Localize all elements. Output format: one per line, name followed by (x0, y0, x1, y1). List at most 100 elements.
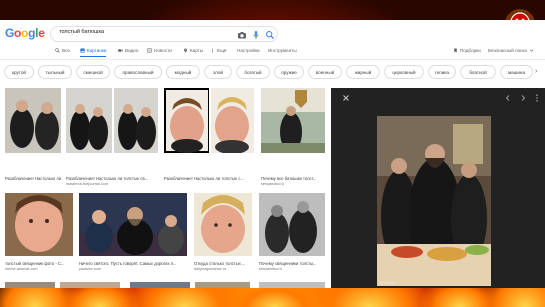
search-box (50, 26, 278, 42)
tab-images[interactable]: Картинки (80, 48, 107, 57)
result-thumbnail[interactable] (194, 193, 252, 256)
chip[interactable]: гелика (428, 65, 456, 79)
result-thumbnail[interactable] (195, 282, 250, 288)
chip[interactable]: блатной (460, 65, 496, 79)
result-source: senyaisitov.ru (261, 182, 284, 186)
chip[interactable]: смешной (76, 65, 110, 79)
logo-letter: G (5, 26, 15, 40)
result-thumbnail[interactable] (261, 88, 325, 153)
search-icon (55, 48, 60, 53)
image-result[interactable]: Почему священники толсты... senyaisitov.… (259, 193, 325, 277)
logo-letter: e (38, 26, 45, 40)
result-thumbnail[interactable] (5, 193, 73, 256)
close-icon[interactable] (343, 95, 349, 101)
image-result[interactable]: Ничего святого. Пусть говорят. Самых дор… (79, 193, 187, 277)
search-tabs: Все Картинки Видео Новости Карты Ещё Нас… (0, 46, 545, 60)
result-thumbnail[interactable] (5, 88, 61, 153)
tab-all[interactable]: Все (55, 48, 70, 53)
tab-label: Карты (190, 48, 204, 53)
result-caption: Разоблачение! Настолько ли толстые... (5, 176, 61, 181)
chip-label: оружие (281, 69, 297, 75)
image-result[interactable]: Откуда столько толстых ... dailymignoran… (194, 193, 252, 277)
tab-settings[interactable]: Настройки (237, 48, 260, 53)
news-icon (147, 48, 152, 53)
chip-label: злой (213, 69, 223, 75)
chip[interactable]: оружие (274, 65, 304, 79)
chip-label: церковный (392, 69, 416, 75)
chip[interactable]: модный (166, 65, 200, 79)
chip[interactable]: православный (114, 65, 162, 79)
chip-label: тыльный (45, 69, 65, 75)
chip[interactable]: крутой (4, 65, 34, 79)
priest-photo (66, 88, 158, 153)
tab-maps[interactable]: Карты (183, 48, 203, 53)
bookmark-icon (454, 48, 457, 53)
chip-label: православный (122, 69, 154, 75)
video-icon (118, 49, 123, 52)
chip-label: военный (315, 69, 335, 75)
chip[interactable]: жирный (346, 65, 380, 79)
result-caption: Почему священники толсты... (259, 261, 317, 266)
result-caption: толстый священник фото - С... (5, 261, 65, 266)
priest-photo (5, 88, 61, 153)
result-thumbnail[interactable] (259, 282, 325, 288)
tab-label: Все (62, 48, 70, 53)
browser-window: Google Все Картинки Видео (0, 20, 545, 288)
chevron-right-icon[interactable]: › (535, 68, 537, 75)
chip-label: крутой (12, 69, 26, 75)
safe-search-label: Безопасный поиск (488, 48, 528, 53)
chip-label: жирный (354, 69, 372, 75)
result-thumbnail[interactable] (66, 88, 158, 153)
result-thumbnail[interactable] (5, 282, 55, 288)
chip[interactable]: злой (204, 65, 232, 79)
preview-image[interactable] (377, 116, 491, 286)
chip-label: блатной (469, 69, 487, 75)
tab-more[interactable]: Ещё (210, 48, 226, 53)
priests-photo (377, 116, 491, 286)
result-caption: Откуда столько толстых ... (194, 261, 246, 266)
tab-label: Видео (125, 48, 139, 53)
chip[interactable]: машина (500, 65, 533, 79)
chip[interactable]: богатый (236, 65, 270, 79)
more-icon (212, 48, 213, 53)
image-result[interactable]: Разоблачение! Настолько ли толстые с... (164, 88, 254, 188)
image-result[interactable]: Почему все батюшки толст... senyaisitov.… (261, 88, 325, 188)
chip[interactable]: военный (308, 65, 342, 79)
related-chips: крутой тыльный смешной православный модн… (0, 64, 545, 80)
tab-label: Инструменты (268, 48, 297, 53)
priest-photo (194, 193, 252, 256)
search-icon[interactable] (265, 30, 275, 40)
result-thumbnail[interactable] (259, 193, 325, 256)
priest-photo (259, 193, 325, 256)
result-thumbnail[interactable] (164, 88, 254, 153)
chip[interactable]: церковный (384, 65, 424, 79)
search-input[interactable] (59, 29, 229, 35)
prev-icon[interactable] (505, 95, 511, 101)
saved-collections[interactable]: Подборки (453, 48, 481, 53)
chip[interactable]: тыльный (38, 65, 72, 79)
tab-news[interactable]: Новости (147, 48, 172, 53)
safe-search[interactable]: Безопасный поиск (488, 48, 534, 53)
image-result[interactable]: толстый священник фото - С... meme-arsen… (5, 193, 73, 277)
camera-icon[interactable] (237, 30, 247, 40)
tab-label: Новости (154, 48, 172, 53)
result-caption: Разоблачение! Настолько ли толстые с... (164, 176, 244, 181)
result-thumbnail[interactable] (60, 282, 120, 288)
result-thumbnail[interactable] (79, 193, 187, 256)
result-source: meme-arsenal.com (5, 267, 38, 271)
mic-icon[interactable] (251, 30, 261, 40)
image-result[interactable]: Разоблачение! Настолько ли толстые св...… (66, 88, 158, 188)
more-vert-icon[interactable] (535, 94, 539, 102)
next-icon[interactable] (520, 95, 526, 101)
chip-label: богатый (244, 69, 262, 75)
priest-photo (5, 193, 73, 256)
result-source: dailymignorance.ru (194, 267, 227, 271)
tab-video[interactable]: Видео (118, 48, 138, 53)
result-thumbnail[interactable] (130, 282, 190, 288)
google-logo[interactable]: Google (5, 26, 45, 40)
chip-label: модный (174, 69, 192, 75)
tab-label: Ещё (217, 48, 227, 53)
tab-tools[interactable]: Инструменты (268, 48, 297, 53)
result-source: youtube.com (79, 267, 101, 271)
image-result[interactable]: Разоблачение! Настолько ли толстые... (5, 88, 61, 181)
